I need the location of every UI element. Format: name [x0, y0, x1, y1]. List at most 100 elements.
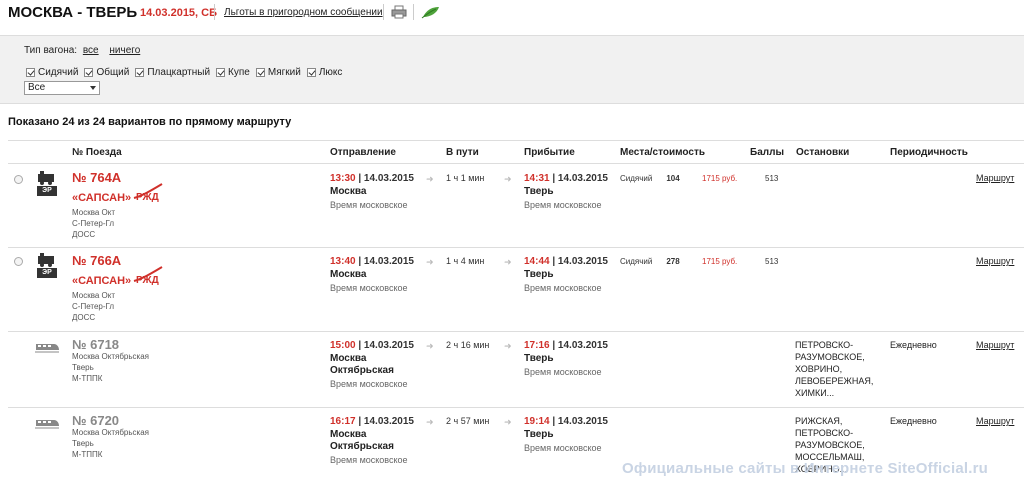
- seat-type: Сидячий: [620, 257, 653, 266]
- route-destination: С-Петер-Гл: [72, 219, 115, 228]
- seat-availability: Сидячий 278: [620, 257, 680, 266]
- checkbox-lux[interactable]: Люкс: [306, 67, 343, 78]
- checkbox-box[interactable]: [216, 68, 226, 77]
- select-none-link[interactable]: ничего: [109, 45, 140, 56]
- stop-item: ЛЕВОБЕРЕЖНАЯ,: [795, 376, 874, 386]
- route-info: Москва Октябрьская Тверь М-ТППК: [72, 351, 149, 384]
- table-row[interactable]: ЭР № 764А «САПСАН» РЖД Москва Окт С-Пете…: [8, 164, 1024, 248]
- departure-station: Москва Октябрьская: [330, 353, 394, 377]
- checkbox-seated[interactable]: Сидячий: [26, 67, 78, 78]
- route-link[interactable]: Маршрут: [976, 256, 1014, 266]
- route-link[interactable]: Маршрут: [976, 340, 1014, 350]
- route-info: Москва Октябрьская Тверь М-ТППК: [72, 427, 149, 460]
- departure-time: 15:00 | 14.03.2015: [330, 340, 414, 351]
- route-destination: Тверь: [72, 363, 94, 372]
- print-icon[interactable]: [391, 5, 407, 19]
- table-row[interactable]: ЭР № 766А «САПСАН» РЖД Москва Окт С-Пете…: [8, 248, 1024, 332]
- leaf-icon[interactable]: [421, 5, 441, 19]
- table-row[interactable]: № 6718 Москва Октябрьская Тверь М-ТППК 1…: [8, 332, 1024, 408]
- train-type-badge: ЭР: [37, 268, 57, 278]
- dep-hm: 15:00: [330, 340, 356, 351]
- locomotive-icon: [38, 171, 54, 185]
- checkbox-label: Плацкартный: [147, 67, 211, 78]
- divider: [383, 4, 384, 20]
- checkbox-box[interactable]: [255, 68, 265, 77]
- checkbox-label: Купе: [228, 67, 250, 78]
- arr-date: | 14.03.2015: [552, 416, 608, 427]
- checkbox-label: Люкс: [318, 67, 343, 78]
- checkbox-soft[interactable]: Мягкий: [255, 67, 301, 78]
- checkbox-box[interactable]: [84, 68, 94, 77]
- row-radio[interactable]: [14, 175, 23, 184]
- dep-hm: 13:30: [330, 173, 356, 184]
- arr-date: | 14.03.2015: [552, 256, 608, 267]
- arrival-time: 17:16 | 14.03.2015: [524, 340, 608, 351]
- route-destination: С-Петер-Гл: [72, 302, 115, 311]
- arrival-time: 14:44 | 14.03.2015: [524, 256, 608, 267]
- route-destination: Тверь: [72, 439, 94, 448]
- checkbox-platzkart[interactable]: Плацкартный: [135, 67, 210, 78]
- checkbox-common[interactable]: Общий: [84, 67, 129, 78]
- route-link[interactable]: Маршрут: [976, 173, 1014, 183]
- route-operator: ДОСС: [72, 313, 96, 322]
- departure-station: Москва: [330, 269, 367, 280]
- ticket-price[interactable]: 1715 руб.: [702, 257, 737, 266]
- arr-hm: 14:44: [524, 256, 550, 267]
- checkbox-box[interactable]: [26, 68, 35, 77]
- departure-time: 13:40 | 14.03.2015: [330, 256, 414, 267]
- route-info: Москва Окт С-Петер-Гл ДОСС: [72, 290, 115, 323]
- checkbox-coupe[interactable]: Купе: [216, 67, 250, 78]
- ticket-price[interactable]: 1715 руб.: [702, 174, 737, 183]
- arrival-station: Тверь: [524, 269, 554, 280]
- route-operator: ДОСС: [72, 230, 96, 239]
- electric-train-icon: [35, 344, 59, 353]
- route-origin: Москва Окт: [72, 208, 116, 217]
- col-train-number: № Поезда: [72, 147, 122, 158]
- train-name: «САПСАН»: [72, 275, 132, 287]
- arrival-station: Тверь: [524, 429, 554, 440]
- train-number: № 764А: [72, 170, 122, 185]
- seat-count: 278: [666, 257, 680, 266]
- dep-date: | 14.03.2015: [358, 340, 414, 351]
- train-number: № 6718: [72, 337, 120, 352]
- benefits-link[interactable]: Льготы в пригородном сообщении: [224, 7, 383, 18]
- divider: [214, 4, 215, 20]
- travel-duration: 2 ч 16 мин: [446, 340, 490, 350]
- stop-item: ПЕТРОВСКО-: [795, 340, 854, 350]
- seat-type: Сидячий: [620, 174, 653, 183]
- dep-hm: 13:40: [330, 256, 356, 267]
- col-periodicity: Периодичность: [890, 147, 968, 158]
- col-arrival: Прибытие: [524, 147, 575, 158]
- route-date: 14.03.2015, СБ: [140, 7, 218, 19]
- stop-item[interactable]: ХИМКИ...: [795, 387, 873, 399]
- arrow-right-icon: ➜: [426, 174, 434, 184]
- arrival-time: 19:14 | 14.03.2015: [524, 416, 608, 427]
- route-header: МОСКВА - ТВЕРЬ 14.03.2015, СБ Льготы в п…: [0, 0, 1024, 36]
- stop-item: ПЕТРОВСКО-: [795, 428, 854, 438]
- select-all-link[interactable]: все: [83, 45, 99, 56]
- wagon-select-value: Все: [28, 82, 46, 93]
- checkbox-box[interactable]: [306, 68, 316, 77]
- train-number: № 6720: [72, 413, 120, 428]
- route-operator: М-ТППК: [72, 450, 103, 459]
- wagon-select[interactable]: Все: [24, 81, 100, 95]
- arrow-right-icon: ➜: [426, 257, 434, 267]
- col-seats-price: Места/стоимость: [620, 147, 705, 158]
- checkbox-label: Сидячий: [38, 67, 79, 78]
- checkbox-label: Общий: [96, 67, 130, 78]
- departure-station: Москва Октябрьская: [330, 429, 394, 453]
- seat-availability: Сидячий 104: [620, 174, 680, 183]
- dep-date: | 14.03.2015: [358, 173, 414, 184]
- arrow-right-icon: ➜: [426, 417, 434, 427]
- checkbox-box[interactable]: [135, 68, 145, 77]
- route-operator: М-ТППК: [72, 374, 103, 383]
- arrival-station: Тверь: [524, 353, 554, 364]
- col-points: Баллы: [750, 147, 784, 158]
- wagon-type-row: Тип вагона: все ничего: [24, 45, 140, 56]
- row-radio[interactable]: [14, 257, 23, 266]
- arr-date: | 14.03.2015: [552, 340, 608, 351]
- departure-timezone: Время московское: [330, 200, 408, 210]
- periodicity: Ежедневно: [890, 340, 937, 350]
- arrow-right-icon: ➜: [504, 174, 512, 184]
- route-link[interactable]: Маршрут: [976, 416, 1014, 426]
